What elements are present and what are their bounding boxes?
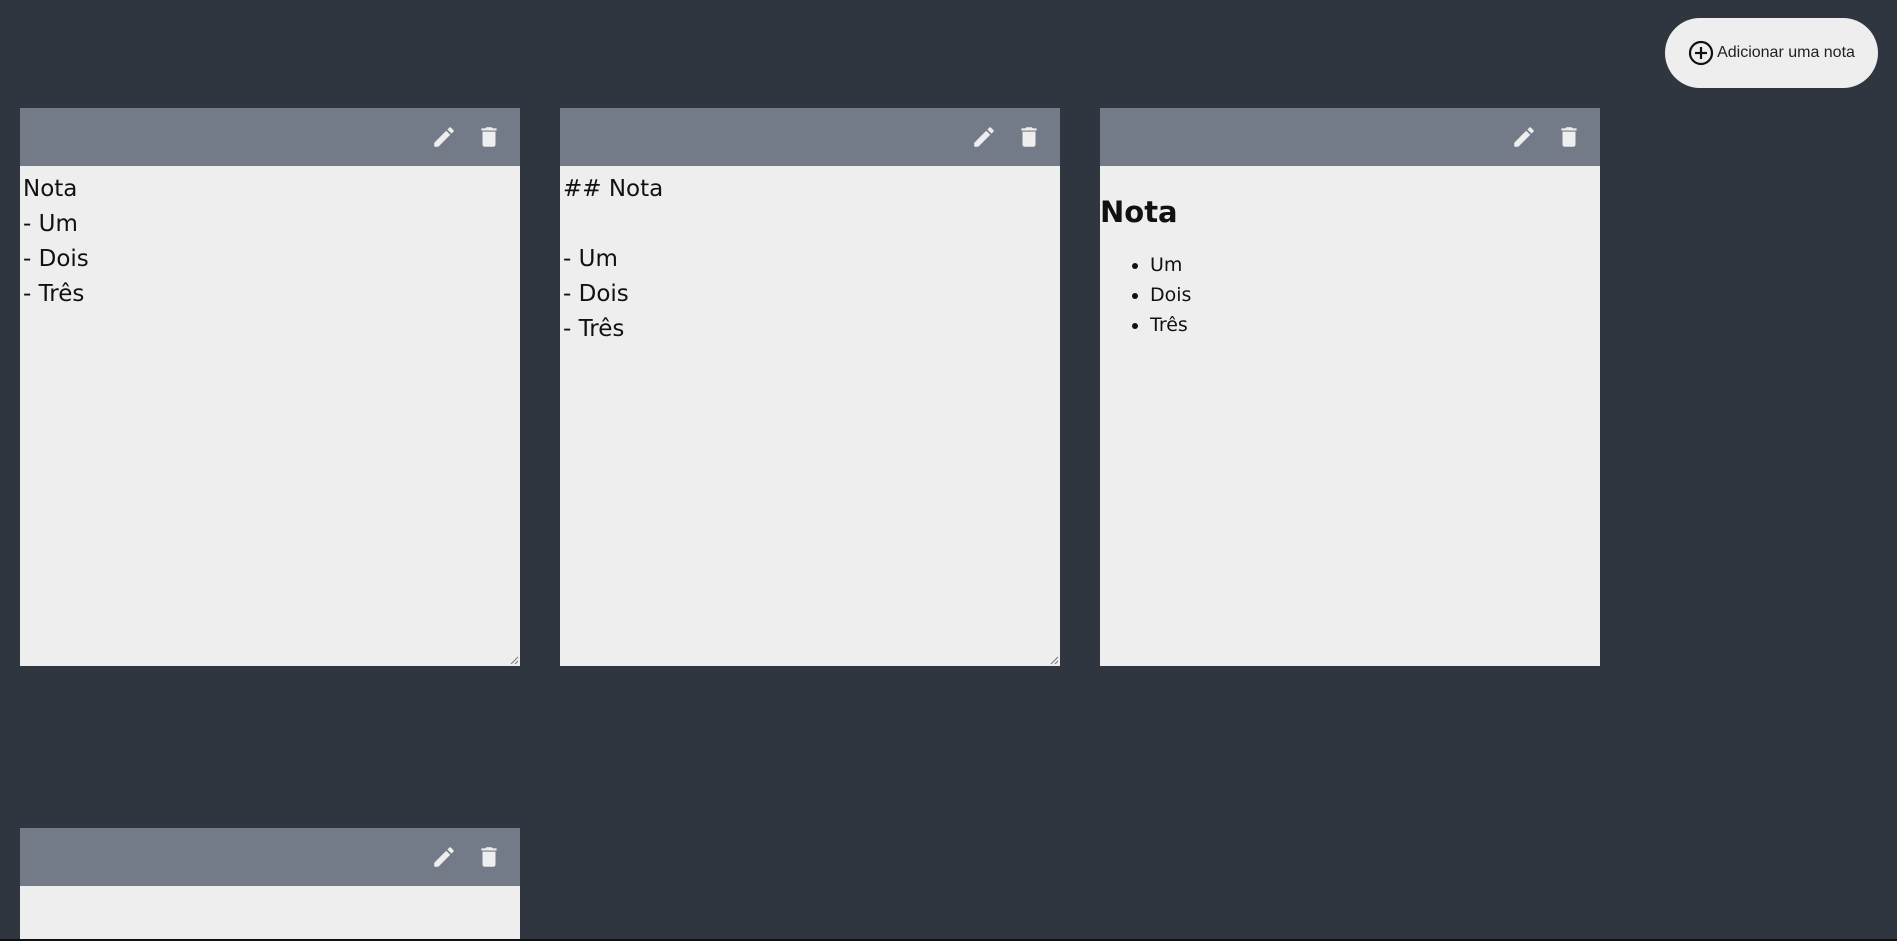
note-textarea[interactable] bbox=[20, 886, 520, 941]
pencil-icon[interactable] bbox=[1510, 124, 1537, 151]
trash-icon[interactable] bbox=[1015, 124, 1042, 151]
note-body[interactable]: ## Nota - Um - Dois - Três bbox=[560, 166, 1060, 666]
note-toolbar bbox=[1100, 108, 1600, 166]
trash-icon[interactable] bbox=[1555, 124, 1582, 151]
note-textarea[interactable]: ## Nota - Um - Dois - Três bbox=[560, 166, 1060, 666]
pencil-icon[interactable] bbox=[970, 124, 997, 151]
notes-app: Adicionar uma nota Nota - Um - Dois - Tr… bbox=[0, 0, 1897, 941]
pencil-icon[interactable] bbox=[430, 124, 457, 151]
note-body[interactable] bbox=[20, 886, 520, 941]
plus-circle-icon bbox=[1688, 40, 1714, 66]
note-toolbar bbox=[560, 108, 1060, 166]
note-list: Um Dois Três bbox=[1100, 250, 1600, 340]
list-item: Um bbox=[1150, 250, 1600, 280]
note-body[interactable]: Nota - Um - Dois - Três bbox=[20, 166, 520, 666]
note-card bbox=[20, 828, 520, 941]
note-textarea[interactable]: Nota - Um - Dois - Três bbox=[20, 166, 520, 666]
add-note-button[interactable]: Adicionar uma nota bbox=[1665, 18, 1878, 88]
note-card: Nota - Um - Dois - Três bbox=[20, 108, 520, 666]
note-heading: Nota bbox=[1100, 195, 1178, 229]
resize-grip-icon[interactable] bbox=[1049, 655, 1059, 665]
trash-icon[interactable] bbox=[475, 844, 502, 871]
note-toolbar bbox=[20, 108, 520, 166]
list-item: Dois bbox=[1150, 280, 1600, 310]
resize-grip-icon[interactable] bbox=[509, 655, 519, 665]
note-preview: Nota Um Dois Três bbox=[1100, 166, 1600, 666]
list-item: Três bbox=[1150, 310, 1600, 340]
add-note-label: Adicionar uma nota bbox=[1717, 44, 1855, 61]
pencil-icon[interactable] bbox=[430, 844, 457, 871]
note-card: ## Nota - Um - Dois - Três bbox=[560, 108, 1060, 666]
trash-icon[interactable] bbox=[475, 124, 502, 151]
note-card: Nota Um Dois Três bbox=[1100, 108, 1600, 666]
note-toolbar bbox=[20, 828, 520, 886]
